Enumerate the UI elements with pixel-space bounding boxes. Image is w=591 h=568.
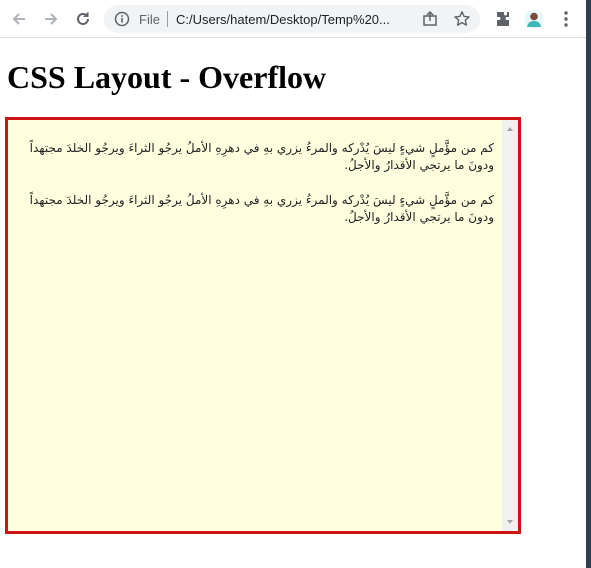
- share-icon[interactable]: [421, 10, 439, 28]
- more-menu-icon[interactable]: [556, 9, 576, 29]
- browser-toolbar: File C:/Users/hatem/Desktop/Temp%20...: [0, 0, 586, 38]
- scroll-up-arrow-icon[interactable]: [506, 126, 514, 132]
- extensions-icon[interactable]: [493, 9, 513, 29]
- scheme-label: File: [139, 12, 160, 27]
- back-button[interactable]: [7, 7, 31, 31]
- scroll-down-arrow-icon[interactable]: [506, 519, 514, 525]
- arabic-paragraph: كم من مؤَّملٍ شيءٍ ليسَ يُدْركه والمرءُ …: [29, 141, 494, 172]
- reload-icon: [77, 12, 89, 25]
- url-text[interactable]: C:/Users/hatem/Desktop/Temp%20...: [176, 12, 416, 27]
- arrow-left-icon: [12, 13, 25, 25]
- overflow-box[interactable]: كم من مؤَّملٍ شيءٍ ليسَ يُدْركه والمرءُ …: [5, 117, 521, 534]
- window-edge: [586, 0, 591, 568]
- info-icon[interactable]: [114, 11, 130, 27]
- forward-button[interactable]: [39, 7, 63, 31]
- reload-button[interactable]: [71, 7, 95, 31]
- address-bar[interactable]: File C:/Users/hatem/Desktop/Temp%20...: [104, 5, 480, 33]
- star-icon[interactable]: [453, 10, 471, 28]
- vertical-scrollbar[interactable]: [502, 120, 518, 531]
- profile-avatar-icon[interactable]: [524, 9, 544, 29]
- omnibox-divider: [167, 11, 168, 27]
- arrow-right-icon: [45, 13, 58, 25]
- arabic-paragraph: كم من مؤَّملٍ شيءٍ ليسَ يُدْركه والمرءُ …: [29, 193, 494, 224]
- overflow-content: كم من مؤَّملٍ شيءٍ ليسَ يُدْركه والمرءُ …: [8, 120, 502, 531]
- page-title: CSS Layout - Overflow: [7, 59, 327, 95]
